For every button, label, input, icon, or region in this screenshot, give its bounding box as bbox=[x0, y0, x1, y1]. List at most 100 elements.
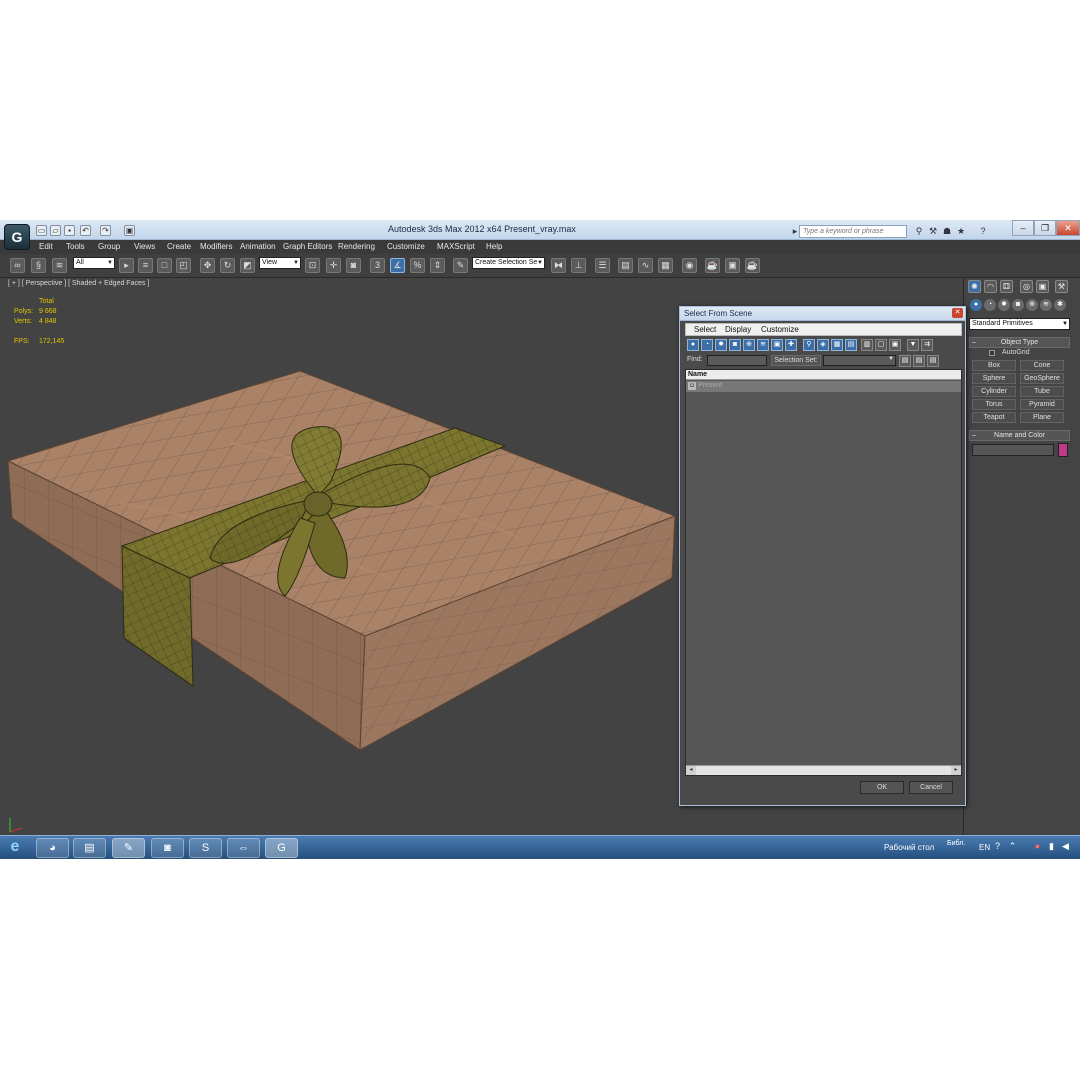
3ds-max-taskbar-icon[interactable]: G bbox=[265, 838, 298, 858]
menu-animation[interactable]: Animation bbox=[240, 242, 276, 251]
schematic-view-icon[interactable]: ▦ bbox=[658, 258, 673, 273]
app-logo-icon[interactable]: G bbox=[4, 224, 30, 250]
menu-help[interactable]: Help bbox=[486, 242, 502, 251]
window-crossing-icon[interactable]: ◰ bbox=[176, 258, 191, 273]
menu-tools[interactable]: Tools bbox=[66, 242, 85, 251]
plane-button[interactable]: Plane bbox=[1020, 412, 1064, 423]
material-editor-icon[interactable]: ◉ bbox=[682, 258, 697, 273]
unlink-icon[interactable]: § bbox=[31, 258, 46, 273]
render-production-icon[interactable]: ☕ bbox=[745, 258, 760, 273]
help-tray-icon[interactable]: ? bbox=[992, 841, 1003, 852]
display-cameras-icon[interactable]: ◙ bbox=[729, 339, 741, 351]
object-type-rollout[interactable]: Object Type bbox=[969, 337, 1070, 348]
selection-set-dropdown[interactable] bbox=[823, 355, 896, 366]
systems-icon[interactable]: ✱ bbox=[1054, 299, 1066, 311]
motion-tab-icon[interactable]: ◎ bbox=[1020, 280, 1033, 293]
render-setup-icon[interactable]: ☕ bbox=[705, 258, 720, 273]
spinner-snap-icon[interactable]: ⇕ bbox=[430, 258, 445, 273]
percent-snap-icon[interactable]: % bbox=[410, 258, 425, 273]
tools-icon[interactable]: ⚒ bbox=[928, 226, 938, 236]
photo-viewer-icon[interactable]: ✎ bbox=[112, 838, 145, 858]
display-xrefs-icon[interactable]: ✚ bbox=[785, 339, 797, 351]
helpers-icon[interactable]: ⊕ bbox=[1026, 299, 1038, 311]
filter-icon[interactable]: ▼ bbox=[907, 339, 919, 351]
utilities-tab-icon[interactable]: ⚒ bbox=[1055, 280, 1068, 293]
search-input[interactable]: Type a keyword or phrase bbox=[799, 225, 907, 238]
modify-tab-icon[interactable]: ◠ bbox=[984, 280, 997, 293]
geosphere-button[interactable]: GeoSphere bbox=[1020, 373, 1064, 384]
shapes-icon[interactable]: ◔ bbox=[984, 299, 996, 311]
name-and-color-rollout[interactable]: Name and Color bbox=[969, 430, 1070, 441]
file-explorer-icon[interactable]: ▤ bbox=[73, 838, 106, 858]
horizontal-scrollbar[interactable]: ◂ ▸ bbox=[686, 765, 961, 775]
new-selection-set-icon[interactable]: ▤ bbox=[899, 355, 911, 367]
internet-explorer-icon[interactable]: e bbox=[0, 838, 30, 858]
lights-icon[interactable]: ✹ bbox=[998, 299, 1010, 311]
dialog-menu-display[interactable]: Display bbox=[725, 325, 751, 334]
dialog-title-bar[interactable]: Select From Scene ✕ bbox=[680, 307, 965, 321]
torus-button[interactable]: Torus bbox=[972, 399, 1016, 410]
layer-manager-icon[interactable]: ☰ bbox=[595, 258, 610, 273]
display-space-warps-icon[interactable]: ≋ bbox=[757, 339, 769, 351]
camera-app-icon[interactable]: ◙ bbox=[151, 838, 184, 858]
object-name-input[interactable] bbox=[972, 444, 1054, 456]
column-header-name[interactable]: Name bbox=[686, 370, 961, 380]
menu-modifiers[interactable]: Modifiers bbox=[200, 242, 232, 251]
skype-icon[interactable]: S bbox=[189, 838, 222, 858]
menu-views[interactable]: Views bbox=[134, 242, 155, 251]
teamviewer-icon[interactable]: ⇔ bbox=[227, 838, 260, 858]
show-hidden-icons-icon[interactable]: ⌃ bbox=[1007, 841, 1018, 852]
autogrid-checkbox[interactable] bbox=[989, 350, 995, 356]
dialog-menu-customize[interactable]: Customize bbox=[761, 325, 799, 334]
menu-graph-editors[interactable]: Graph Editors bbox=[283, 242, 332, 251]
binoculars-icon[interactable]: ⚲ bbox=[914, 226, 924, 236]
geometry-icon[interactable]: ● bbox=[970, 299, 982, 311]
space-warps-icon[interactable]: ≋ bbox=[1040, 299, 1052, 311]
account-icon[interactable]: ☗ bbox=[942, 226, 952, 236]
cone-button[interactable]: Cone bbox=[1020, 360, 1064, 371]
display-frozen-icon[interactable]: ▦ bbox=[831, 339, 843, 351]
desktop-toolbar-label[interactable]: Рабочий стол bbox=[884, 843, 934, 852]
graphite-ribbon-icon[interactable]: ▤ bbox=[618, 258, 633, 273]
menu-rendering[interactable]: Rendering bbox=[338, 242, 375, 251]
minimize-button[interactable]: – bbox=[1012, 220, 1034, 236]
dialog-menu-select[interactable]: Select bbox=[694, 325, 716, 334]
scene-object-list[interactable]: Name ◘ Present ◂ ▸ bbox=[685, 369, 962, 776]
libraries-toolbar-label[interactable]: Библ. bbox=[947, 840, 965, 847]
tube-button[interactable]: Tube bbox=[1020, 386, 1064, 397]
undo-icon[interactable]: ↶ bbox=[80, 225, 91, 236]
antivirus-tray-icon[interactable]: ● bbox=[1032, 841, 1043, 852]
ok-button[interactable]: OK bbox=[860, 781, 904, 794]
menu-maxscript[interactable]: MAXScript bbox=[437, 242, 475, 251]
align-icon[interactable]: ⊥ bbox=[571, 258, 586, 273]
select-manipulate-icon[interactable]: ✛ bbox=[326, 258, 341, 273]
scroll-right-icon[interactable]: ▸ bbox=[951, 766, 961, 775]
save-file-icon[interactable]: ▪ bbox=[64, 225, 75, 236]
language-indicator[interactable]: EN bbox=[979, 843, 990, 852]
display-all-icon[interactable]: ▥ bbox=[861, 339, 873, 351]
display-bones-icon[interactable]: ⚲ bbox=[803, 339, 815, 351]
cancel-button[interactable]: Cancel bbox=[909, 781, 953, 794]
mirror-icon[interactable]: ⧓ bbox=[551, 258, 566, 273]
find-input[interactable] bbox=[707, 355, 767, 366]
dialog-close-button[interactable]: ✕ bbox=[952, 308, 963, 318]
cameras-icon[interactable]: ◙ bbox=[1012, 299, 1024, 311]
named-selection-set-dropdown[interactable]: Create Selection Se bbox=[472, 257, 545, 269]
bind-space-warp-icon[interactable]: ≋ bbox=[52, 258, 67, 273]
pivot-center-icon[interactable]: ⊡ bbox=[305, 258, 320, 273]
menu-customize[interactable]: Customize bbox=[387, 242, 425, 251]
select-object-icon[interactable]: ▸ bbox=[119, 258, 134, 273]
keyboard-shortcut-icon[interactable]: ◙ bbox=[346, 258, 361, 273]
open-file-icon[interactable]: ▱ bbox=[50, 225, 61, 236]
pyramid-button[interactable]: Pyramid bbox=[1020, 399, 1064, 410]
list-item[interactable]: ◘ Present bbox=[686, 381, 961, 392]
close-button[interactable]: ✕ bbox=[1056, 220, 1080, 236]
menu-edit[interactable]: Edit bbox=[39, 242, 53, 251]
select-by-name-icon[interactable]: ≡ bbox=[138, 258, 153, 273]
display-lights-icon[interactable]: ✹ bbox=[715, 339, 727, 351]
menu-create[interactable]: Create bbox=[167, 242, 191, 251]
display-groups-icon[interactable]: ▣ bbox=[771, 339, 783, 351]
help-icon[interactable]: ? bbox=[978, 226, 988, 236]
network-tray-icon[interactable]: ▮ bbox=[1046, 841, 1057, 852]
menu-group[interactable]: Group bbox=[98, 242, 120, 251]
